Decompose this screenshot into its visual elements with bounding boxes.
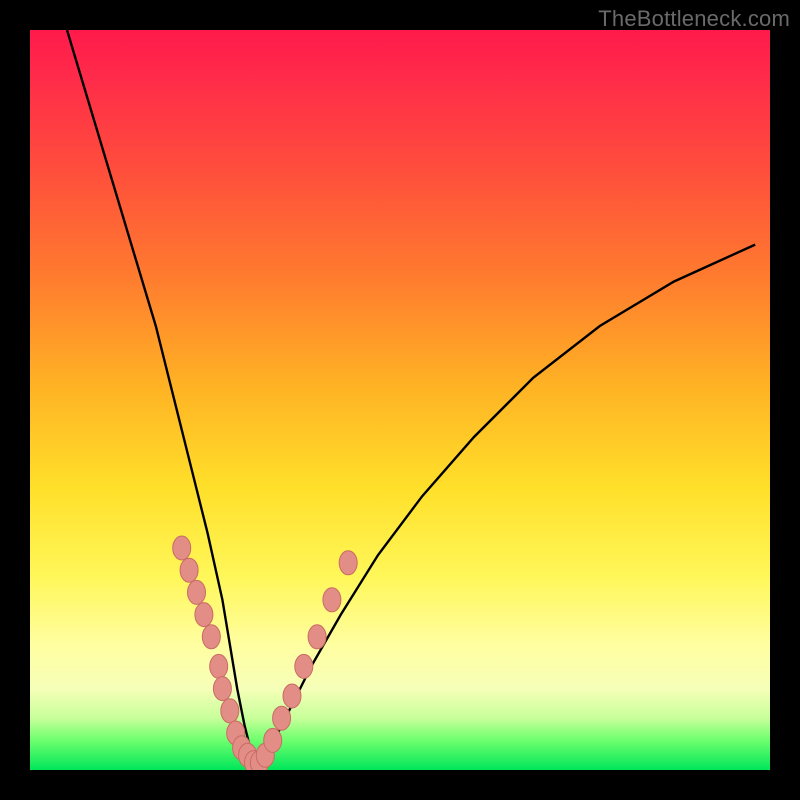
curve-marker — [295, 654, 313, 678]
curve-marker — [180, 558, 198, 582]
curve-marker — [264, 728, 282, 752]
curve-marker — [213, 677, 231, 701]
curve-marker — [202, 625, 220, 649]
bottleneck-curve — [67, 30, 755, 763]
curve-marker — [273, 706, 291, 730]
marker-group — [173, 536, 358, 770]
watermark-text: TheBottleneck.com — [598, 6, 790, 32]
curve-marker — [323, 588, 341, 612]
curve-marker — [210, 654, 228, 678]
curve-marker — [283, 684, 301, 708]
curve-marker — [221, 699, 239, 723]
curve-marker — [308, 625, 326, 649]
curve-marker — [339, 551, 357, 575]
curve-marker — [195, 603, 213, 627]
curve-path — [67, 30, 755, 763]
curve-marker — [188, 580, 206, 604]
curve-marker — [173, 536, 191, 560]
curve-overlay — [30, 30, 770, 770]
chart-frame: TheBottleneck.com — [0, 0, 800, 800]
